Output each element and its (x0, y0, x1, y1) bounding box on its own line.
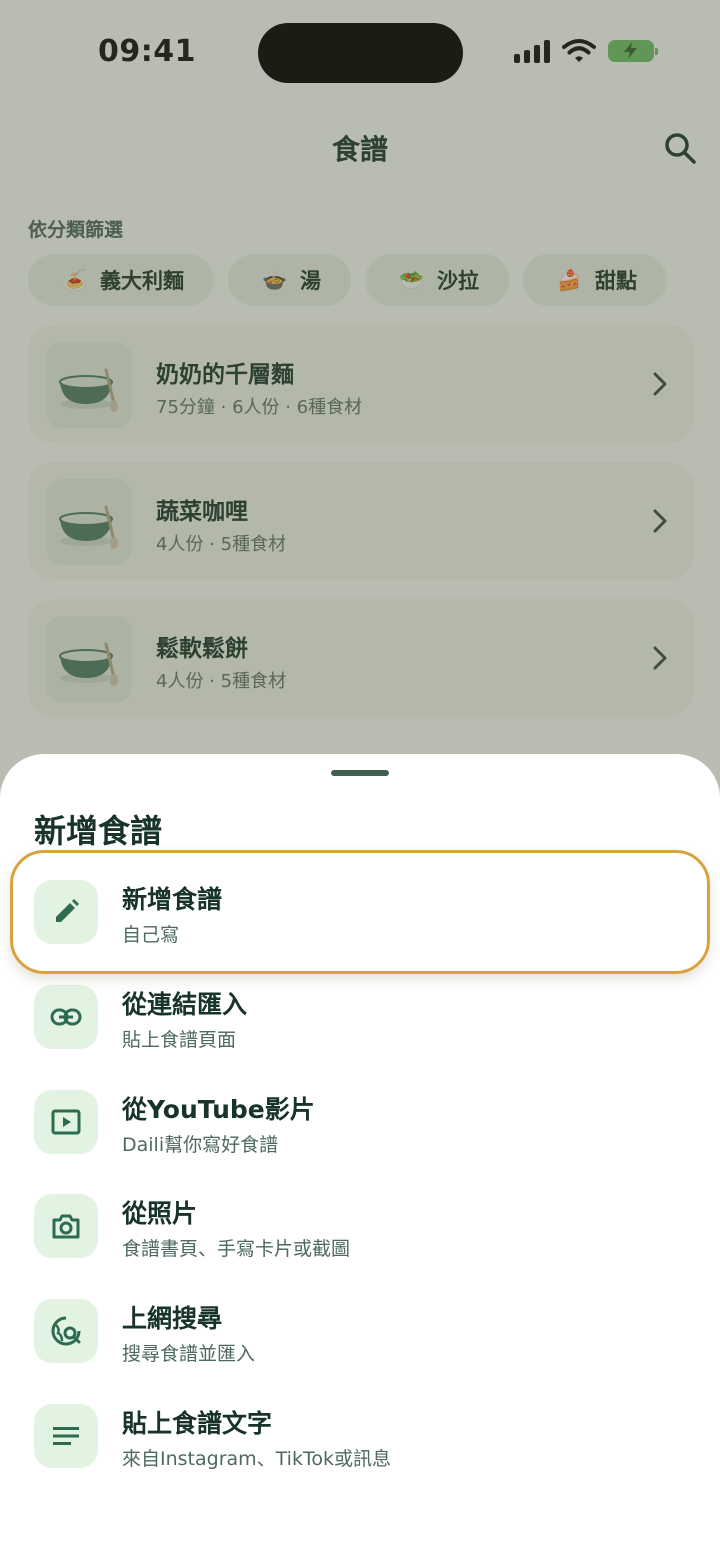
option-subtitle: 貼上食譜頁面 (122, 1029, 237, 1051)
option-title: 從照片 (122, 1199, 198, 1228)
globe-search-icon (34, 1299, 98, 1363)
option-subtitle: Daili幫你寫好食譜 (122, 1134, 279, 1156)
sheet-title: 新增食譜 (34, 812, 163, 850)
recipes-screen: 09:41 食譜 依分類篩選 🍝 義大利麵 🍲 湯 🥗 沙拉 🍰 甜點 奶奶的千… (0, 0, 720, 1564)
option-import-link[interactable]: 從連結匯入 貼上食譜頁面 (34, 985, 694, 1065)
option-photo[interactable]: 從照片 食譜書頁、手寫卡片或截圖 (34, 1194, 694, 1274)
highlight-ring (10, 850, 710, 974)
option-title: 貼上食譜文字 (122, 1409, 273, 1438)
camera-icon (34, 1194, 98, 1258)
option-subtitle: 搜尋食譜並匯入 (122, 1343, 256, 1365)
option-web-search[interactable]: 上網搜尋 搜尋食譜並匯入 (34, 1299, 694, 1379)
sheet-drag-handle[interactable] (331, 770, 389, 776)
option-title: 上網搜尋 (122, 1304, 223, 1333)
link-icon (34, 985, 98, 1049)
option-paste-text[interactable]: 貼上食譜文字 來自Instagram、TikTok或訊息 (34, 1404, 694, 1484)
option-title: 從連結匯入 (122, 990, 248, 1019)
option-youtube[interactable]: 從YouTube影片 Daili幫你寫好食譜 (34, 1090, 694, 1170)
option-title: 從YouTube影片 (122, 1095, 315, 1124)
option-subtitle: 食譜書頁、手寫卡片或截圖 (122, 1238, 351, 1260)
text-lines-icon (34, 1404, 98, 1468)
video-icon (34, 1090, 98, 1154)
option-subtitle: 來自Instagram、TikTok或訊息 (122, 1448, 391, 1470)
